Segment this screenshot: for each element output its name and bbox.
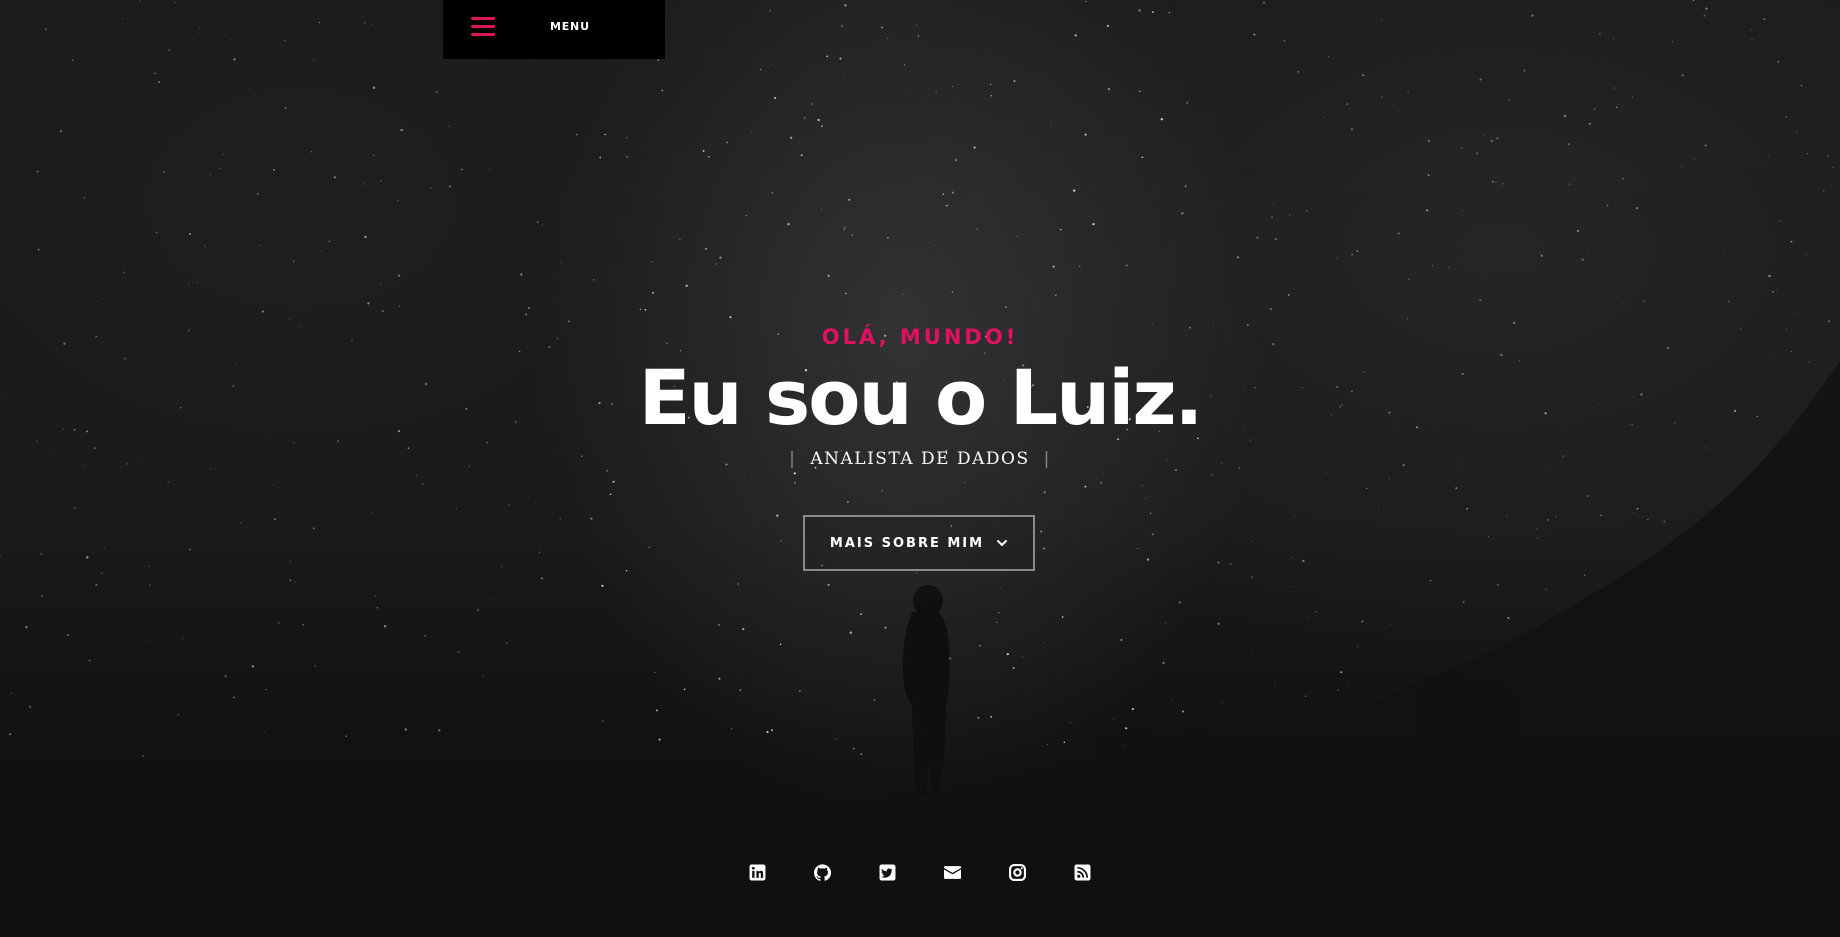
hamburger-icon: [471, 17, 495, 39]
role-divider-right: |: [1043, 449, 1051, 469]
chevron-down-icon: [997, 540, 1008, 546]
linkedin-icon: [749, 864, 766, 881]
more-about-me-button[interactable]: MAIS SOBRE MIM: [803, 515, 1035, 571]
instagram-link[interactable]: [1009, 864, 1026, 881]
social-links: [0, 864, 1840, 881]
intro-block: OLÁ, MUNDO! Eu sou o Luiz. | ANALISTA DE …: [0, 322, 1840, 474]
email-link[interactable]: [944, 864, 961, 881]
twitter-link[interactable]: [879, 864, 896, 881]
role-subtitle: | ANALISTA DE DADOS |: [0, 444, 1840, 474]
more-about-me-label: MAIS SOBRE MIM: [829, 535, 985, 551]
rss-link[interactable]: [1074, 864, 1091, 881]
rss-icon: [1074, 864, 1091, 881]
hero-section: MENU OLÁ, MUNDO! Eu sou o Luiz. | ANALIST…: [0, 0, 1840, 937]
role-divider-left: |: [789, 449, 797, 469]
linkedin-link[interactable]: [749, 864, 766, 881]
twitter-icon: [879, 864, 896, 881]
github-icon: [814, 864, 831, 881]
greeting-text: OLÁ, MUNDO!: [821, 325, 1019, 349]
menu-label: MENU: [550, 20, 590, 33]
envelope-icon: [944, 866, 961, 879]
person-silhouette: [902, 585, 950, 795]
role-text: ANALISTA DE DADOS: [810, 449, 1030, 469]
menu-toggle-button[interactable]: MENU: [443, 0, 665, 59]
github-link[interactable]: [814, 864, 831, 881]
instagram-icon: [1009, 864, 1026, 881]
page-title: Eu sou o Luiz.: [638, 353, 1204, 442]
